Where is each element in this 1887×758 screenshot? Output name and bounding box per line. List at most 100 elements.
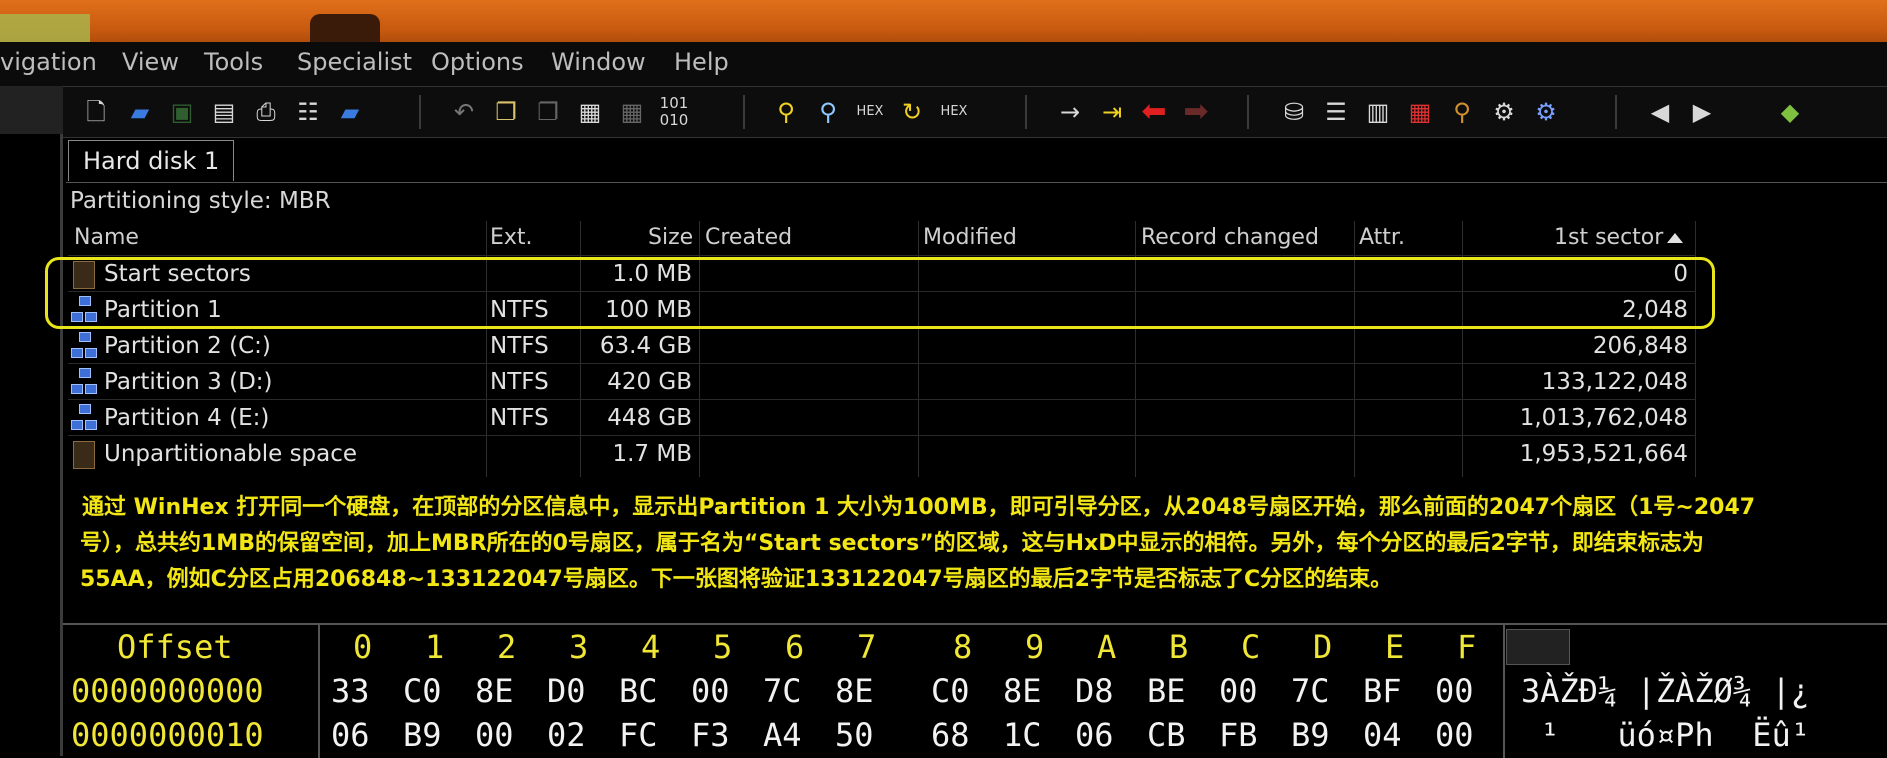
options-icon[interactable]: ⚙	[1529, 95, 1563, 129]
hex-row[interactable]: 0000000000 33 C0 8E D0 BC 00 7C 8E C0 8E…	[63, 669, 1887, 713]
save-all-icon[interactable]: ▤	[207, 95, 241, 129]
print-icon[interactable]: ⎙	[249, 95, 283, 129]
table-row[interactable]: Partition 4 (E:) NTFS 448 GB 1,013,762,0…	[68, 399, 1696, 436]
hex-byte[interactable]: 68	[931, 713, 970, 757]
column-header-record-changed[interactable]: Record changed	[1141, 221, 1319, 255]
hex-byte[interactable]: 7C	[763, 669, 802, 713]
hex-byte[interactable]: 00	[691, 669, 730, 713]
menu-view[interactable]: View	[122, 48, 179, 76]
hex-byte[interactable]: 33	[331, 669, 370, 713]
open-folder-icon[interactable]: ▰	[123, 95, 157, 129]
hex-byte[interactable]: 06	[331, 713, 370, 757]
hex-byte[interactable]: FC	[619, 713, 658, 757]
hex-editor[interactable]: Offset 0 1 2 3 4 5 6 7 8 9 A B C D E F 0…	[63, 623, 1887, 758]
hex-byte[interactable]: 02	[547, 713, 586, 757]
open-disk-icon[interactable]: ▰	[333, 95, 367, 129]
hex-byte[interactable]: 8E	[1003, 669, 1042, 713]
tab-hard-disk-1[interactable]: Hard disk 1	[68, 140, 235, 181]
hex-byte[interactable]: 00	[475, 713, 514, 757]
menu-window[interactable]: Window	[551, 48, 646, 76]
menu-help[interactable]: Help	[674, 48, 729, 76]
column-header-created[interactable]: Created	[705, 221, 792, 255]
column-header-first-sector[interactable]: 1st sector	[1554, 221, 1684, 255]
hex-byte[interactable]: C0	[403, 669, 442, 713]
hex-byte[interactable]: 00	[1435, 669, 1474, 713]
previous-sector-icon[interactable]: ◀	[1643, 95, 1677, 129]
hex-byte[interactable]: B9	[403, 713, 442, 757]
paste-into-icon[interactable]: ▦	[615, 95, 649, 129]
forward-arrow-icon[interactable]: ➡	[1179, 95, 1213, 129]
open-disk-drive-icon[interactable]: ⛁	[1277, 95, 1311, 129]
hex-byte[interactable]: 7C	[1291, 669, 1330, 713]
column-header-modified[interactable]: Modified	[923, 221, 1017, 255]
find-special-icon[interactable]: HEX	[937, 95, 971, 129]
hex-text-column[interactable]: 3ÀŽÐ¼ |ŽÀŽØ¾ |¿	[1521, 669, 1810, 713]
menu-navigation[interactable]: vigation	[0, 48, 97, 76]
row-name: Unpartitionable space	[104, 441, 358, 467]
row-size: 448 GB	[607, 405, 692, 431]
save-icon[interactable]: ▣	[165, 95, 199, 129]
hex-column-header: 1	[425, 628, 445, 666]
hex-byte[interactable]: F3	[691, 713, 730, 757]
goto-sector-icon[interactable]: ⇥	[1095, 95, 1129, 129]
copy-block-icon[interactable]: ❐	[531, 95, 565, 129]
goto-offset-icon[interactable]: →	[1053, 95, 1087, 129]
hex-byte[interactable]: CB	[1147, 713, 1186, 757]
menu-options[interactable]: Options	[431, 48, 524, 76]
hex-row[interactable]: 0000000010 06 B9 00 02 FC F3 A4 50 68 1C…	[63, 713, 1887, 757]
table-row[interactable]: Unpartitionable space 1.7 MB 1,953,521,6…	[68, 435, 1696, 472]
menu-specialist[interactable]: Specialist	[297, 48, 412, 76]
table-row[interactable]: Partition 2 (C:) NTFS 63.4 GB 206,848	[68, 327, 1696, 364]
replace-text-icon[interactable]: HEX	[853, 95, 887, 129]
hex-byte[interactable]: 8E	[835, 669, 874, 713]
hex-column-header: 0	[353, 628, 373, 666]
new-file-icon[interactable]: 🗋	[79, 95, 113, 129]
hex-byte[interactable]: BC	[619, 669, 658, 713]
ram-icon[interactable]: ▥	[1361, 95, 1395, 129]
hex-column-header: E	[1385, 628, 1405, 666]
hex-byte[interactable]: BE	[1147, 669, 1186, 713]
hex-byte[interactable]: 00	[1435, 713, 1474, 757]
search-icon[interactable]: ⚲	[1445, 95, 1479, 129]
find-text-icon[interactable]: ⚲	[769, 95, 803, 129]
hex-byte[interactable]: FB	[1219, 713, 1258, 757]
replace-hex-icon[interactable]: ↻	[895, 95, 929, 129]
hex-byte[interactable]: C0	[931, 669, 970, 713]
copy-icon[interactable]: ❐	[489, 95, 523, 129]
find-hex-icon[interactable]: ⚲	[811, 95, 845, 129]
hex-byte[interactable]: D8	[1075, 669, 1114, 713]
undo-icon[interactable]: ↶	[447, 95, 481, 129]
column-header-attr[interactable]: Attr.	[1359, 221, 1405, 255]
hex-byte[interactable]: 8E	[475, 669, 514, 713]
left-pane	[0, 86, 63, 756]
hex-byte[interactable]: A4	[763, 713, 802, 757]
hex-byte[interactable]: BF	[1363, 669, 1402, 713]
column-header-name[interactable]: Name	[74, 221, 139, 255]
calculator-icon[interactable]: ▦	[1403, 95, 1437, 129]
binary-edit-icon[interactable]: 101 010	[657, 95, 691, 129]
next-sector-icon[interactable]: ▶	[1685, 95, 1719, 129]
hex-byte[interactable]: 00	[1219, 669, 1258, 713]
bookmark-icon[interactable]: ◆	[1773, 95, 1807, 129]
partitioning-style-label: Partitioning style: MBR	[70, 188, 331, 214]
hex-byte[interactable]: D0	[547, 669, 586, 713]
hex-byte[interactable]: 04	[1363, 713, 1402, 757]
column-header-size[interactable]: Size	[648, 221, 693, 255]
clone-disk-icon[interactable]: ⚙	[1487, 95, 1521, 129]
column-header-ext[interactable]: Ext.	[490, 221, 533, 255]
hex-byte[interactable]: 50	[835, 713, 874, 757]
hex-byte[interactable]: B9	[1291, 713, 1330, 757]
menu-bar: vigation View Tools Specialist Options W…	[0, 42, 1887, 86]
row-ext: NTFS	[490, 369, 549, 395]
disk-stack-icon[interactable]: ☰	[1319, 95, 1353, 129]
hex-byte[interactable]: 06	[1075, 713, 1114, 757]
hex-text-column[interactable]: ¹ üó¤Ph Ëû¹	[1521, 713, 1829, 757]
paste-icon[interactable]: ▦	[573, 95, 607, 129]
hex-view-toggle-button[interactable]	[1506, 629, 1570, 665]
back-arrow-icon[interactable]: ⬅	[1137, 95, 1171, 129]
menu-tools[interactable]: Tools	[204, 48, 263, 76]
properties-icon[interactable]: ☷	[291, 95, 325, 129]
table-row[interactable]: Partition 3 (D:) NTFS 420 GB 133,122,048	[68, 363, 1696, 400]
hex-byte[interactable]: 1C	[1003, 713, 1042, 757]
hex-column-header: 7	[857, 628, 877, 666]
